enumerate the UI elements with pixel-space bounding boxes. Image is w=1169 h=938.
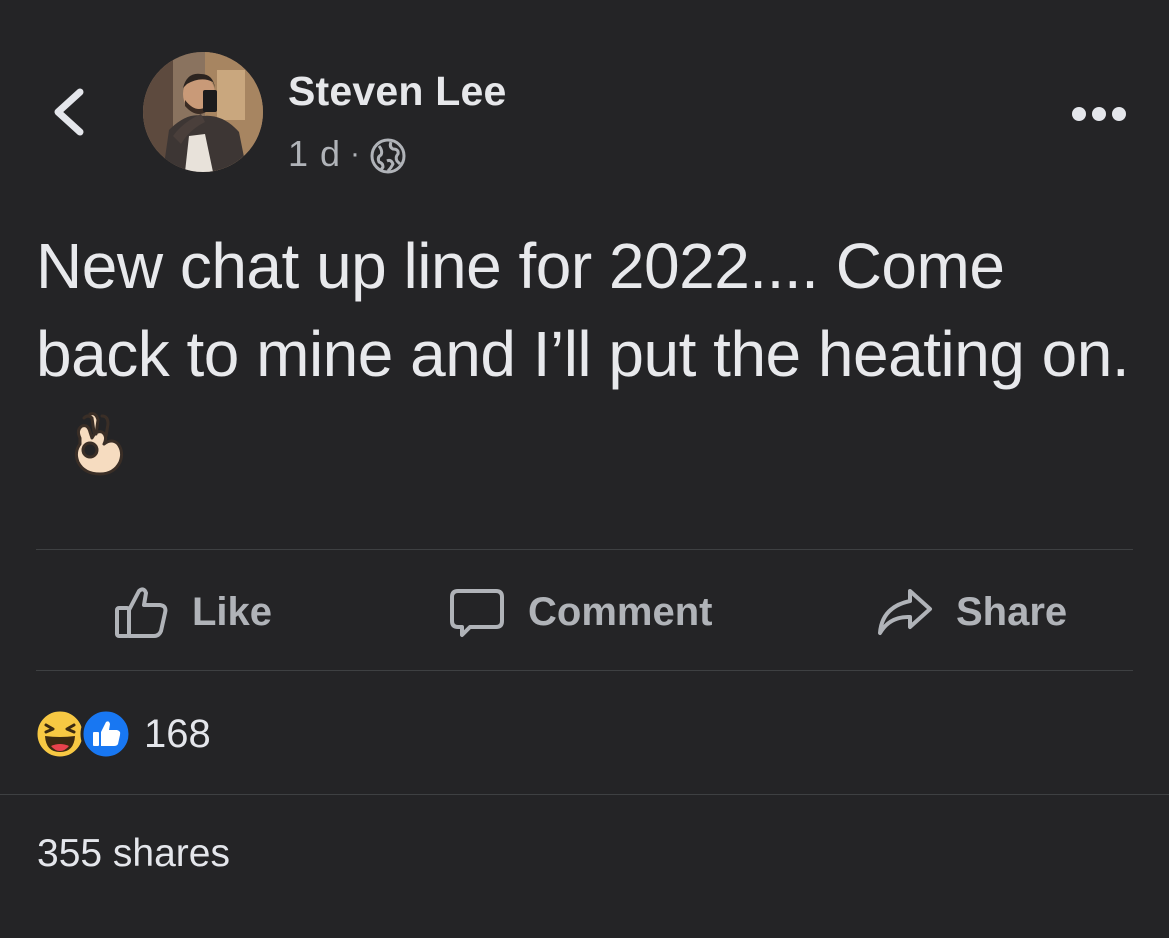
- avatar[interactable]: [143, 52, 263, 172]
- post-timestamp[interactable]: 1 d: [288, 133, 341, 175]
- like-label: Like: [192, 589, 273, 634]
- divider-top: [36, 549, 1133, 550]
- like-button[interactable]: Like: [112, 580, 272, 644]
- author-name[interactable]: Steven Lee: [288, 68, 507, 115]
- like-icon: [115, 587, 168, 638]
- post-page: Steven Lee 1 d · New chat up line for 20…: [0, 0, 1169, 938]
- comment-button[interactable]: Comment: [448, 580, 712, 644]
- ok-hand-emoji: [74, 412, 124, 476]
- reactions-summary[interactable]: 168: [34, 706, 211, 762]
- chevron-left-icon: [54, 88, 84, 136]
- post-meta: 1 d ·: [288, 132, 407, 176]
- share-button[interactable]: Share: [876, 580, 1067, 644]
- more-dots-icon: [1072, 107, 1126, 121]
- reaction-count: 168: [144, 711, 211, 756]
- comment-icon: [450, 589, 504, 637]
- post-body: New chat up line for 2022.... Come back …: [36, 222, 1136, 486]
- back-button[interactable]: [44, 82, 96, 142]
- comment-label: Comment: [528, 589, 713, 634]
- post-text: New chat up line for 2022.... Come back …: [36, 230, 1130, 390]
- divider-middle: [36, 670, 1133, 671]
- divider-bottom: [0, 794, 1169, 795]
- share-label: Share: [956, 589, 1068, 634]
- like-reaction-icon: [80, 708, 132, 760]
- haha-reaction-icon: [34, 708, 86, 760]
- shares-count[interactable]: 355 shares: [37, 832, 230, 876]
- more-options-button[interactable]: [1066, 96, 1132, 132]
- globe-icon[interactable]: [369, 137, 407, 175]
- meta-separator: ·: [350, 137, 361, 170]
- avatar-photo: [143, 52, 263, 172]
- share-arrow-icon: [878, 589, 932, 635]
